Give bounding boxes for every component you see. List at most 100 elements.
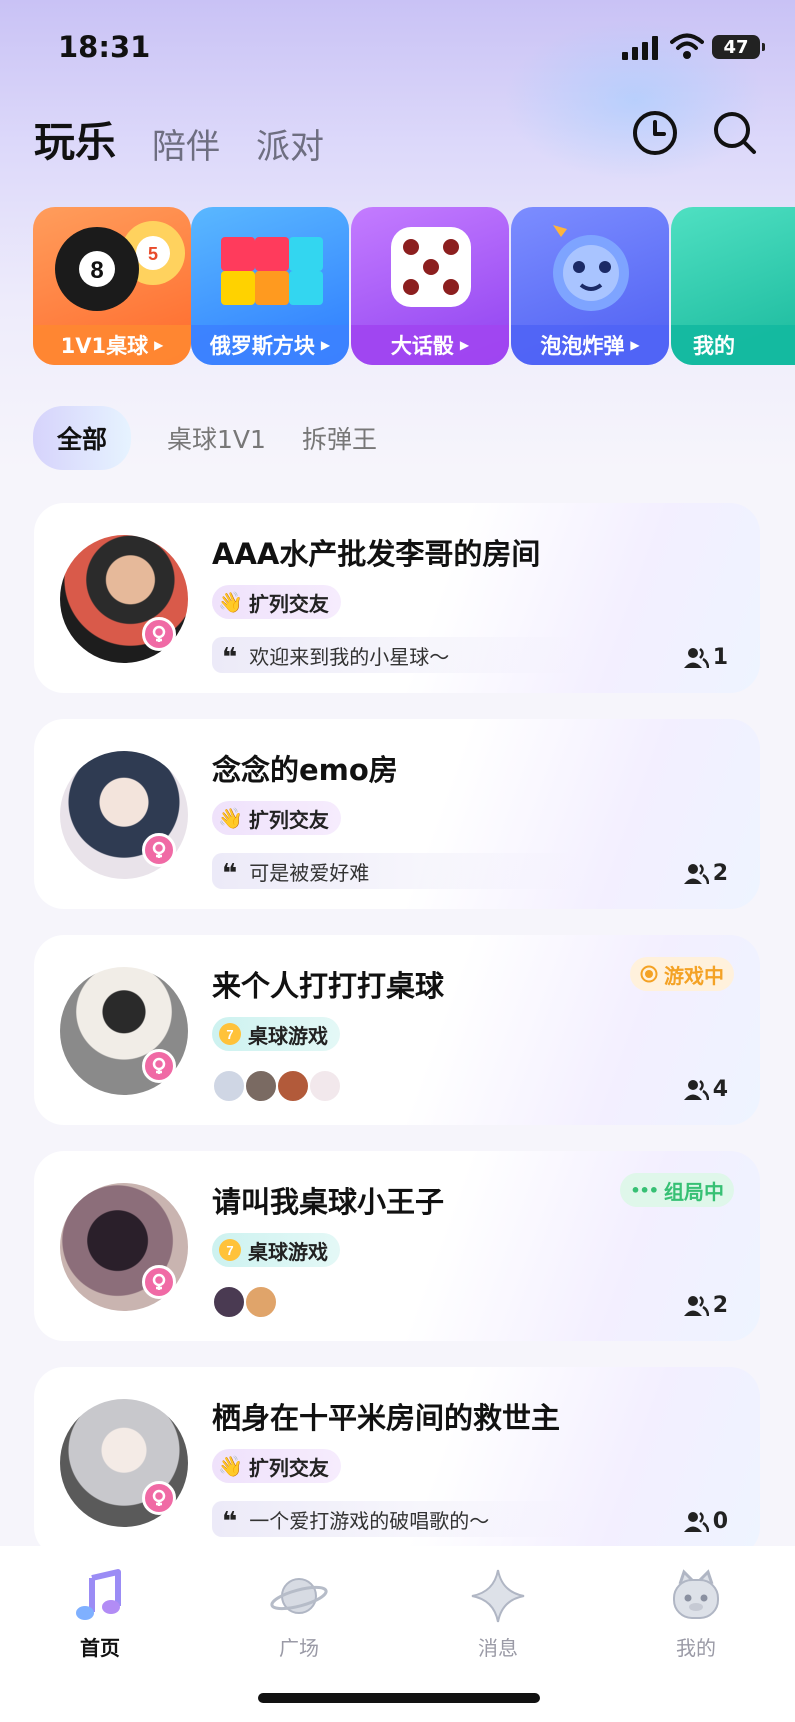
bottom-tab-me[interactable]: 我的	[636, 1566, 756, 1661]
game-label: 我的	[693, 334, 735, 358]
cellular-signal-icon	[622, 36, 658, 60]
game-tile-tetris[interactable]: 俄罗斯方块 ▶	[191, 207, 349, 365]
ball-icon: 7	[219, 1023, 241, 1045]
member-count: 1	[683, 645, 728, 670]
bottom-tab-messages[interactable]: 消息	[438, 1566, 558, 1661]
member-avatars	[212, 1285, 278, 1319]
game-tile-mine[interactable]: 我的	[671, 207, 795, 365]
bottom-tab-home[interactable]: 首页	[40, 1566, 160, 1661]
game-label: 泡泡炸弹	[540, 334, 625, 358]
home-indicator[interactable]	[258, 1693, 540, 1703]
status-bar: 18:31 47	[0, 0, 795, 100]
member-avatar	[276, 1069, 310, 1103]
svg-text:8: 8	[90, 257, 103, 284]
dots-icon: •••	[630, 1180, 659, 1200]
game-tile-dice[interactable]: 大话骰 ▶	[351, 207, 509, 365]
wifi-icon	[670, 33, 704, 59]
wave-hand-icon: 👋	[218, 590, 243, 614]
room-tag: 👋 扩列交友	[212, 801, 341, 835]
top-tabs: 玩乐 陪伴 派对	[34, 108, 324, 168]
arrow-right-icon: ▶	[154, 338, 164, 352]
face-icon	[673, 1569, 719, 1619]
room-title: AAA水产批发李哥的房间	[212, 537, 541, 571]
music-note-icon	[76, 1569, 121, 1620]
member-avatar	[212, 1285, 246, 1319]
people-icon	[683, 1079, 709, 1100]
people-icon	[683, 1295, 709, 1316]
filter-billiards-1v1[interactable]: 桌球1V1	[167, 420, 266, 456]
people-icon	[683, 863, 709, 884]
room-card[interactable]: 来个人打打打桌球 游戏中 7 桌球游戏 4	[34, 935, 760, 1125]
tab-companion[interactable]: 陪伴	[152, 119, 220, 168]
svg-text:7: 7	[226, 1243, 233, 1258]
female-icon	[142, 1481, 176, 1515]
room-card[interactable]: AAA水产批发李哥的房间 👋 扩列交友 ❝ 欢迎来到我的小星球～ 1	[34, 503, 760, 693]
room-tag: 7 桌球游戏	[212, 1017, 340, 1051]
member-count: 2	[683, 1293, 728, 1318]
room-title: 栖身在十平米房间的救世主	[212, 1401, 561, 1435]
room-title: 请叫我桌球小王子	[212, 1185, 445, 1219]
member-avatar	[244, 1285, 278, 1319]
arrow-right-icon: ▶	[320, 338, 331, 352]
member-avatar	[212, 1069, 246, 1103]
quote-icon: ❝	[222, 643, 238, 673]
playing-dot-icon	[640, 965, 658, 983]
arrow-right-icon: ▶	[459, 338, 470, 352]
quote-icon: ❝	[222, 859, 238, 889]
people-icon	[683, 647, 709, 668]
quote-icon: ❝	[222, 1507, 238, 1537]
room-greeting: ❝ 可是被爱好难	[212, 853, 582, 889]
filter-bomb-king[interactable]: 拆弹王	[302, 420, 377, 456]
member-count: 4	[683, 1077, 728, 1102]
bomb-icon	[553, 225, 629, 311]
search-icon[interactable]	[710, 108, 760, 158]
female-icon	[142, 617, 176, 651]
game-tile-bubble-bomb[interactable]: 泡泡炸弹 ▶	[511, 207, 669, 365]
member-avatar	[308, 1069, 342, 1103]
bottom-tab-label: 我的	[676, 1636, 716, 1660]
game-list: 5 8 1V1桌球 ▶ 俄罗斯方块 ▶ 大话骰 ▶ 泡泡炸弹 ▶ 我的	[33, 207, 795, 367]
arrow-right-icon: ▶	[630, 338, 640, 352]
ball-icon: 7	[219, 1239, 241, 1261]
game-tile-billiards[interactable]: 5 8 1V1桌球 ▶	[33, 207, 191, 365]
room-tag: 7 桌球游戏	[212, 1233, 340, 1267]
bottom-tab-square[interactable]: 广场	[239, 1566, 359, 1661]
member-avatar	[244, 1069, 278, 1103]
filter-chips: 全部 桌球1V1 拆弹王	[33, 406, 377, 470]
people-icon	[683, 1511, 709, 1532]
room-tag: 👋 扩列交友	[212, 585, 341, 619]
dice-icon	[391, 227, 471, 307]
game-label: 大话骰	[390, 334, 454, 358]
room-card[interactable]: 念念的emo房 👋 扩列交友 ❝ 可是被爱好难 2	[34, 719, 760, 909]
game-label: 1V1桌球	[60, 334, 149, 358]
status-time: 18:31	[58, 30, 151, 64]
tetris-icon	[221, 237, 323, 305]
room-card[interactable]: 栖身在十平米房间的救世主 👋 扩列交友 ❝ 一个爱打游戏的破唱歌的～ 0	[34, 1367, 760, 1557]
wave-hand-icon: 👋	[218, 1454, 243, 1478]
room-greeting: ❝ 一个爱打游戏的破唱歌的～	[212, 1501, 582, 1537]
svg-text:5: 5	[148, 244, 158, 264]
game-label: 俄罗斯方块	[209, 334, 315, 358]
sparkle-icon	[471, 1569, 525, 1623]
female-icon	[142, 1265, 176, 1299]
member-avatars	[212, 1069, 342, 1103]
tab-party[interactable]: 派对	[256, 119, 324, 168]
room-greeting: ❝ 欢迎来到我的小星球～	[212, 637, 582, 673]
bottom-tab-label: 首页	[80, 1636, 120, 1660]
member-count: 2	[683, 861, 728, 886]
female-icon	[142, 1049, 176, 1083]
clock-icon[interactable]	[630, 108, 680, 158]
status-badge: 游戏中	[630, 957, 734, 991]
battery-icon: 47	[712, 35, 765, 59]
status-badge: ••• 组局中	[620, 1173, 734, 1207]
tab-play[interactable]: 玩乐	[34, 108, 116, 168]
svg-text:7: 7	[226, 1027, 233, 1042]
female-icon	[142, 833, 176, 867]
room-title: 念念的emo房	[212, 753, 398, 787]
planet-icon	[270, 1578, 328, 1614]
room-card[interactable]: 请叫我桌球小王子 ••• 组局中 7 桌球游戏 2	[34, 1151, 760, 1341]
bottom-tab-label: 广场	[279, 1636, 319, 1660]
filter-all[interactable]: 全部	[33, 406, 132, 470]
bottom-tab-label: 消息	[478, 1636, 518, 1660]
billiard-icon: 5 8	[55, 221, 185, 311]
